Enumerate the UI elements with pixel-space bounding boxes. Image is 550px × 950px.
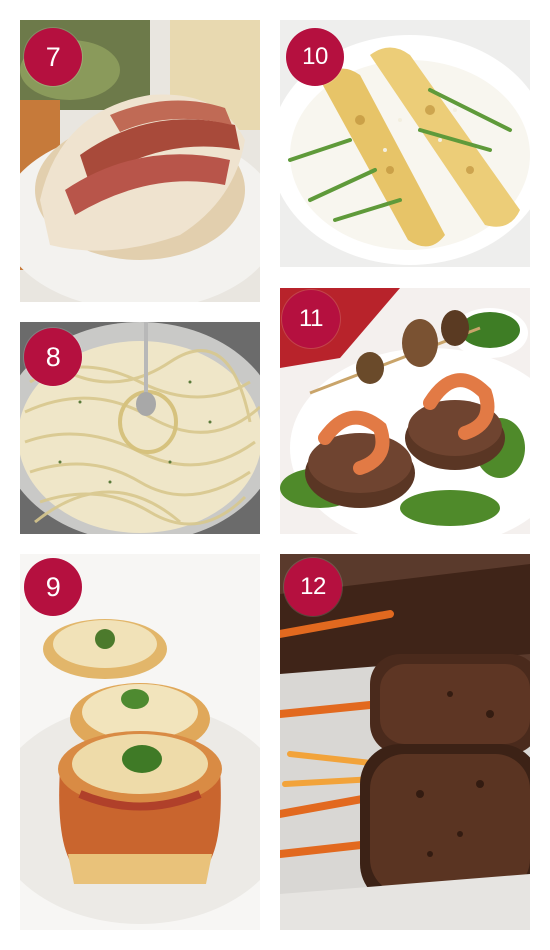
- photo-tile-12: 12: [280, 554, 530, 930]
- photo-tile-7: 7: [20, 20, 260, 302]
- item-number-badge: 9: [24, 558, 82, 616]
- item-number-badge: 12: [284, 558, 342, 616]
- photo-tile-9: 9: [20, 554, 260, 930]
- photo-tile-11: 11: [280, 288, 530, 534]
- item-number-badge: 8: [24, 328, 82, 386]
- item-number-badge: 10: [286, 28, 344, 86]
- item-number-badge: 7: [24, 28, 82, 86]
- item-number-badge: 11: [282, 290, 340, 348]
- photo-tile-10: 10: [280, 20, 530, 267]
- photo-tile-8: 8: [20, 322, 260, 534]
